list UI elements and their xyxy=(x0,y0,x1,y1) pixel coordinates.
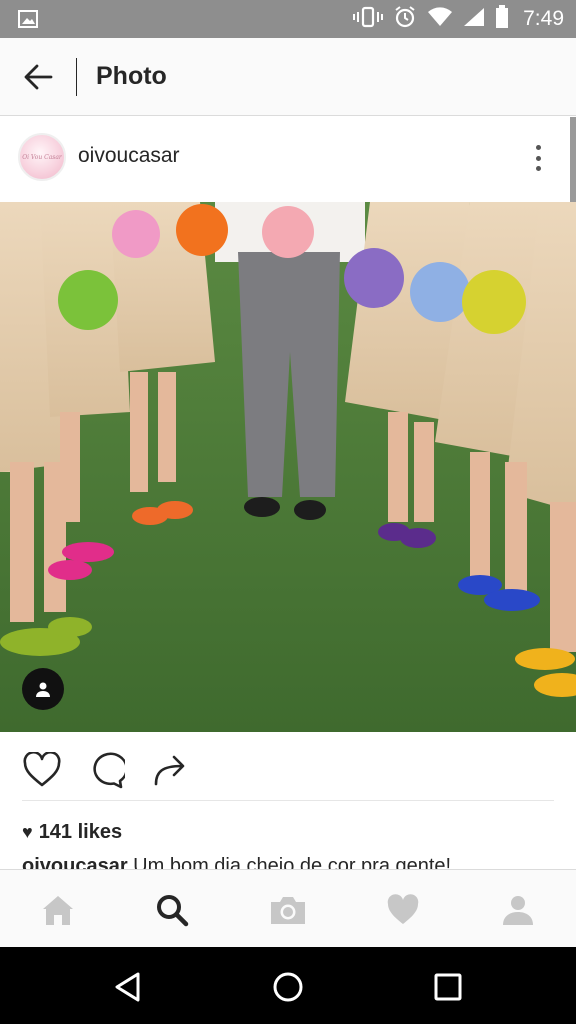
recents-square-icon xyxy=(434,973,462,1001)
status-icons: 7:49 xyxy=(353,0,564,38)
post-username[interactable]: oivoucasar xyxy=(78,144,180,168)
post-actions xyxy=(0,740,576,800)
arrow-left-icon xyxy=(24,64,53,90)
avatar[interactable]: Oi Vou Casar xyxy=(18,133,66,181)
heart-icon xyxy=(23,752,61,787)
vibrate-icon xyxy=(353,6,384,33)
profile-icon xyxy=(503,896,533,925)
user-tag-button[interactable] xyxy=(22,668,64,710)
bottom-tab-bar xyxy=(0,869,576,947)
home-circle-icon xyxy=(273,972,303,1002)
page-title: Photo xyxy=(96,62,167,90)
heart-icon xyxy=(387,894,419,924)
wifi-icon xyxy=(427,6,453,32)
comment-button[interactable] xyxy=(84,748,128,792)
more-options-button[interactable] xyxy=(526,141,550,175)
more-vertical-icon xyxy=(535,145,541,150)
user-tag-icon xyxy=(36,682,50,697)
likes-count[interactable]: ♥ 141 likes xyxy=(22,818,122,846)
home-icon xyxy=(43,896,73,925)
system-nav-bar xyxy=(0,947,576,1024)
tab-camera[interactable] xyxy=(268,890,308,930)
like-button[interactable] xyxy=(20,748,64,792)
likes-label: 141 likes xyxy=(38,820,123,843)
camera-icon xyxy=(271,897,305,924)
comment-icon xyxy=(93,752,125,789)
share-button[interactable] xyxy=(148,748,192,792)
tab-profile[interactable] xyxy=(498,890,538,930)
nav-home-button[interactable] xyxy=(266,965,310,1009)
tab-activity[interactable] xyxy=(383,890,423,930)
nav-back-button[interactable] xyxy=(106,965,150,1009)
battery-icon xyxy=(495,4,509,34)
more-dot xyxy=(535,166,541,171)
post-header: Oi Vou Casar oivoucasar xyxy=(0,117,576,203)
image-icon xyxy=(18,10,38,33)
actions-divider xyxy=(22,800,554,801)
photo-illustration xyxy=(0,202,576,732)
search-icon xyxy=(157,895,189,927)
header-divider xyxy=(76,58,77,96)
tab-home[interactable] xyxy=(38,890,78,930)
app-header: Photo xyxy=(0,38,576,116)
caption-text: Um bom dia cheio de cor pra gente! xyxy=(127,855,452,870)
signal-icon xyxy=(463,7,485,32)
caption-username[interactable]: oivoucasar xyxy=(22,855,128,870)
alarm-icon xyxy=(393,5,417,34)
nav-recents-button[interactable] xyxy=(426,965,470,1009)
clock: 7:49 xyxy=(523,7,564,30)
filled-heart-icon: ♥ xyxy=(22,821,33,842)
more-dot xyxy=(535,155,541,161)
share-icon xyxy=(154,755,185,786)
avatar-logo: Oi Vou Casar xyxy=(22,153,62,161)
back-button[interactable] xyxy=(18,57,58,97)
status-bar: 7:49 xyxy=(0,0,576,38)
back-triangle-icon xyxy=(115,972,140,1002)
tab-search[interactable] xyxy=(152,890,192,930)
scrollbar[interactable] xyxy=(570,117,576,203)
post-photo[interactable] xyxy=(0,202,576,732)
post-caption: oivoucasar Um bom dia cheio de cor pra g… xyxy=(22,852,562,870)
